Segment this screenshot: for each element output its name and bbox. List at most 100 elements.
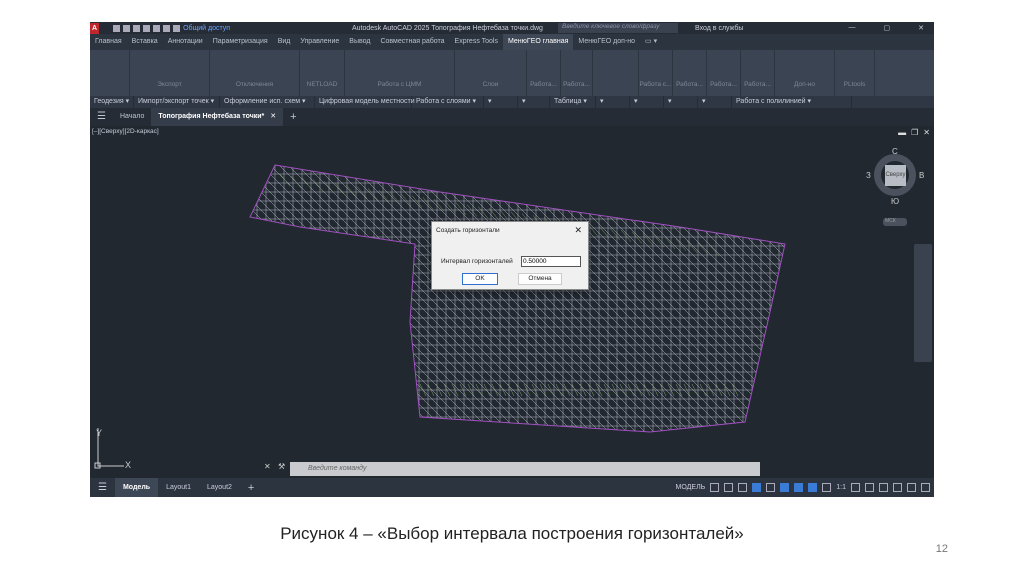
ribbon-button[interactable]: Работа... — [527, 50, 561, 96]
viewcube[interactable]: С Ю З В Сверху МСК — [866, 147, 924, 226]
compass-north[interactable]: С — [892, 147, 898, 156]
panel-label[interactable]: Геодезия ▾ — [90, 96, 134, 108]
isolate-icon[interactable] — [879, 483, 888, 492]
plus-icon[interactable] — [865, 483, 874, 492]
command-customize-icon[interactable]: ⚒ — [278, 462, 285, 471]
ribbon-button[interactable]: Работа... — [741, 50, 775, 96]
tab-home[interactable]: Начало — [113, 108, 151, 126]
ribbon-tab[interactable]: Совместная работа — [375, 34, 449, 50]
panel-label[interactable]: Работа с слоями ▾ — [412, 96, 484, 108]
ribbon-tab[interactable]: ▭ ▾ — [640, 34, 662, 50]
model-space-toggle[interactable]: МОДЕЛЬ — [676, 484, 706, 491]
ribbon-tab[interactable]: Вставка — [127, 34, 163, 50]
panel-label[interactable]: ▾ — [518, 96, 550, 108]
minimize-button[interactable]: — — [849, 24, 856, 32]
open-icon[interactable] — [123, 24, 131, 32]
panel-label[interactable]: ▾ — [664, 96, 698, 108]
ribbon-button[interactable]: Работа... — [673, 50, 707, 96]
ribbon-button[interactable]: Работа с... — [639, 50, 673, 96]
panel-label[interactable]: ▾ — [484, 96, 518, 108]
hardware-accel-icon[interactable] — [893, 483, 902, 492]
new-icon[interactable] — [113, 24, 121, 32]
panel-label[interactable]: Оформление исп. схем ▾ — [220, 96, 315, 108]
ribbon-tab[interactable]: Express Tools — [450, 34, 503, 50]
save-icon[interactable] — [133, 24, 141, 32]
share-button[interactable]: Общий доступ — [183, 25, 230, 32]
vp-minimize-icon[interactable]: ▬ — [898, 128, 906, 137]
layout-menu[interactable]: ☰ — [90, 482, 115, 493]
viewcube-face-top[interactable]: Сверху — [885, 165, 906, 186]
redo-icon[interactable] — [173, 24, 181, 32]
compass-south[interactable]: Ю — [891, 197, 899, 206]
ribbon-tab[interactable]: МенюГЕО доп-но — [573, 34, 640, 50]
plot-icon[interactable] — [153, 24, 161, 32]
ribbon-tab[interactable]: МенюГЕО главная — [502, 34, 574, 50]
close-button[interactable]: ✕ — [918, 24, 924, 32]
gear-icon[interactable] — [851, 483, 860, 492]
annotation-scale[interactable]: 1:1 — [836, 484, 846, 491]
menu-button[interactable]: ☰ — [90, 108, 113, 126]
ribbon-button[interactable]: Работа... — [707, 50, 741, 96]
navigation-bar[interactable] — [914, 244, 932, 362]
panel-label[interactable]: Импорт/экспорт точек ▾ — [134, 96, 220, 108]
ribbon-button[interactable]: Доп-но — [775, 50, 835, 96]
grid-icon[interactable] — [710, 483, 720, 492]
osnap-icon[interactable] — [794, 483, 804, 492]
dialog-close-button[interactable]: ✕ — [574, 225, 582, 236]
fullscreen-icon[interactable] — [907, 483, 916, 492]
ribbon-tab[interactable]: Вывод — [344, 34, 375, 50]
tab-model[interactable]: Модель — [114, 478, 159, 497]
panel-label[interactable]: Работа с полилинией ▾ — [732, 96, 852, 108]
panel-label[interactable]: ▾ — [630, 96, 664, 108]
osnap-tracking-icon[interactable] — [780, 483, 790, 492]
ribbon-button[interactable]: Работа... — [561, 50, 593, 96]
sign-in-button[interactable]: Вход в службы — [695, 25, 743, 32]
annotation-visibility-icon[interactable] — [808, 483, 818, 492]
ribbon-tab[interactable]: Главная — [90, 34, 127, 50]
ribbon-button[interactable]: Работа с ЦММ — [345, 50, 455, 96]
panel-label[interactable]: Таблица ▾ — [550, 96, 596, 108]
ribbon-button[interactable]: Отключения — [210, 50, 300, 96]
ribbon-tab[interactable]: Управление — [295, 34, 344, 50]
maximize-button[interactable]: ▢ — [884, 24, 891, 32]
panel-label[interactable]: Цифровая модель местности — [315, 96, 415, 108]
ok-button[interactable]: OK — [462, 273, 498, 285]
ribbon-button[interactable]: Экспорт — [130, 50, 210, 96]
polar-icon[interactable] — [752, 483, 762, 492]
tab-layout1[interactable]: Layout1 — [158, 484, 199, 491]
interval-input[interactable] — [521, 256, 581, 267]
app-logo[interactable]: A — [90, 22, 100, 34]
panel-label[interactable]: ▾ — [596, 96, 630, 108]
command-close-icon[interactable]: ✕ — [264, 462, 271, 471]
close-tab-icon[interactable]: ✕ — [270, 113, 276, 120]
compass-east[interactable]: В — [919, 171, 924, 180]
vp-restore-icon[interactable]: ❐ — [911, 128, 918, 137]
add-layout-button[interactable]: + — [240, 482, 262, 494]
ribbon-button[interactable] — [90, 50, 130, 96]
saveas-icon[interactable] — [143, 24, 151, 32]
tab-layout2[interactable]: Layout2 — [199, 484, 240, 491]
command-line-input[interactable]: Введите команду — [290, 462, 760, 476]
undo-icon[interactable] — [163, 24, 171, 32]
search-input[interactable]: Введите ключевое слово/фразу — [558, 23, 678, 33]
new-tab-button[interactable]: + — [283, 108, 303, 126]
autoscale-icon[interactable] — [822, 483, 832, 492]
ribbon-tab[interactable]: Параметризация — [208, 34, 273, 50]
drawing-viewport[interactable]: [–][Сверху][2D-каркас] Y X ▬ ❐ ✕ С Ю З В С… — [90, 126, 934, 478]
ribbon-button[interactable]: Слои — [455, 50, 527, 96]
isodraft-icon[interactable] — [766, 483, 776, 492]
ribbon-tab[interactable]: Аннотации — [163, 34, 208, 50]
ribbon-button[interactable]: PLtools — [835, 50, 875, 96]
ribbon-button[interactable] — [593, 50, 639, 96]
customize-icon[interactable] — [921, 483, 930, 492]
ribbon-button[interactable]: NETLOAD — [300, 50, 345, 96]
vp-close-icon[interactable]: ✕ — [923, 128, 930, 137]
wcs-menu[interactable]: МСК — [883, 218, 907, 226]
ribbon-tab[interactable]: Вид — [273, 34, 296, 50]
snap-icon[interactable] — [724, 483, 734, 492]
compass-west[interactable]: З — [866, 171, 871, 180]
tab-drawing[interactable]: Топография Нефтебаза точки* ✕ — [151, 108, 284, 126]
ortho-icon[interactable] — [738, 483, 748, 492]
cancel-button[interactable]: Отмена — [518, 273, 562, 285]
panel-label[interactable]: ▾ — [698, 96, 732, 108]
